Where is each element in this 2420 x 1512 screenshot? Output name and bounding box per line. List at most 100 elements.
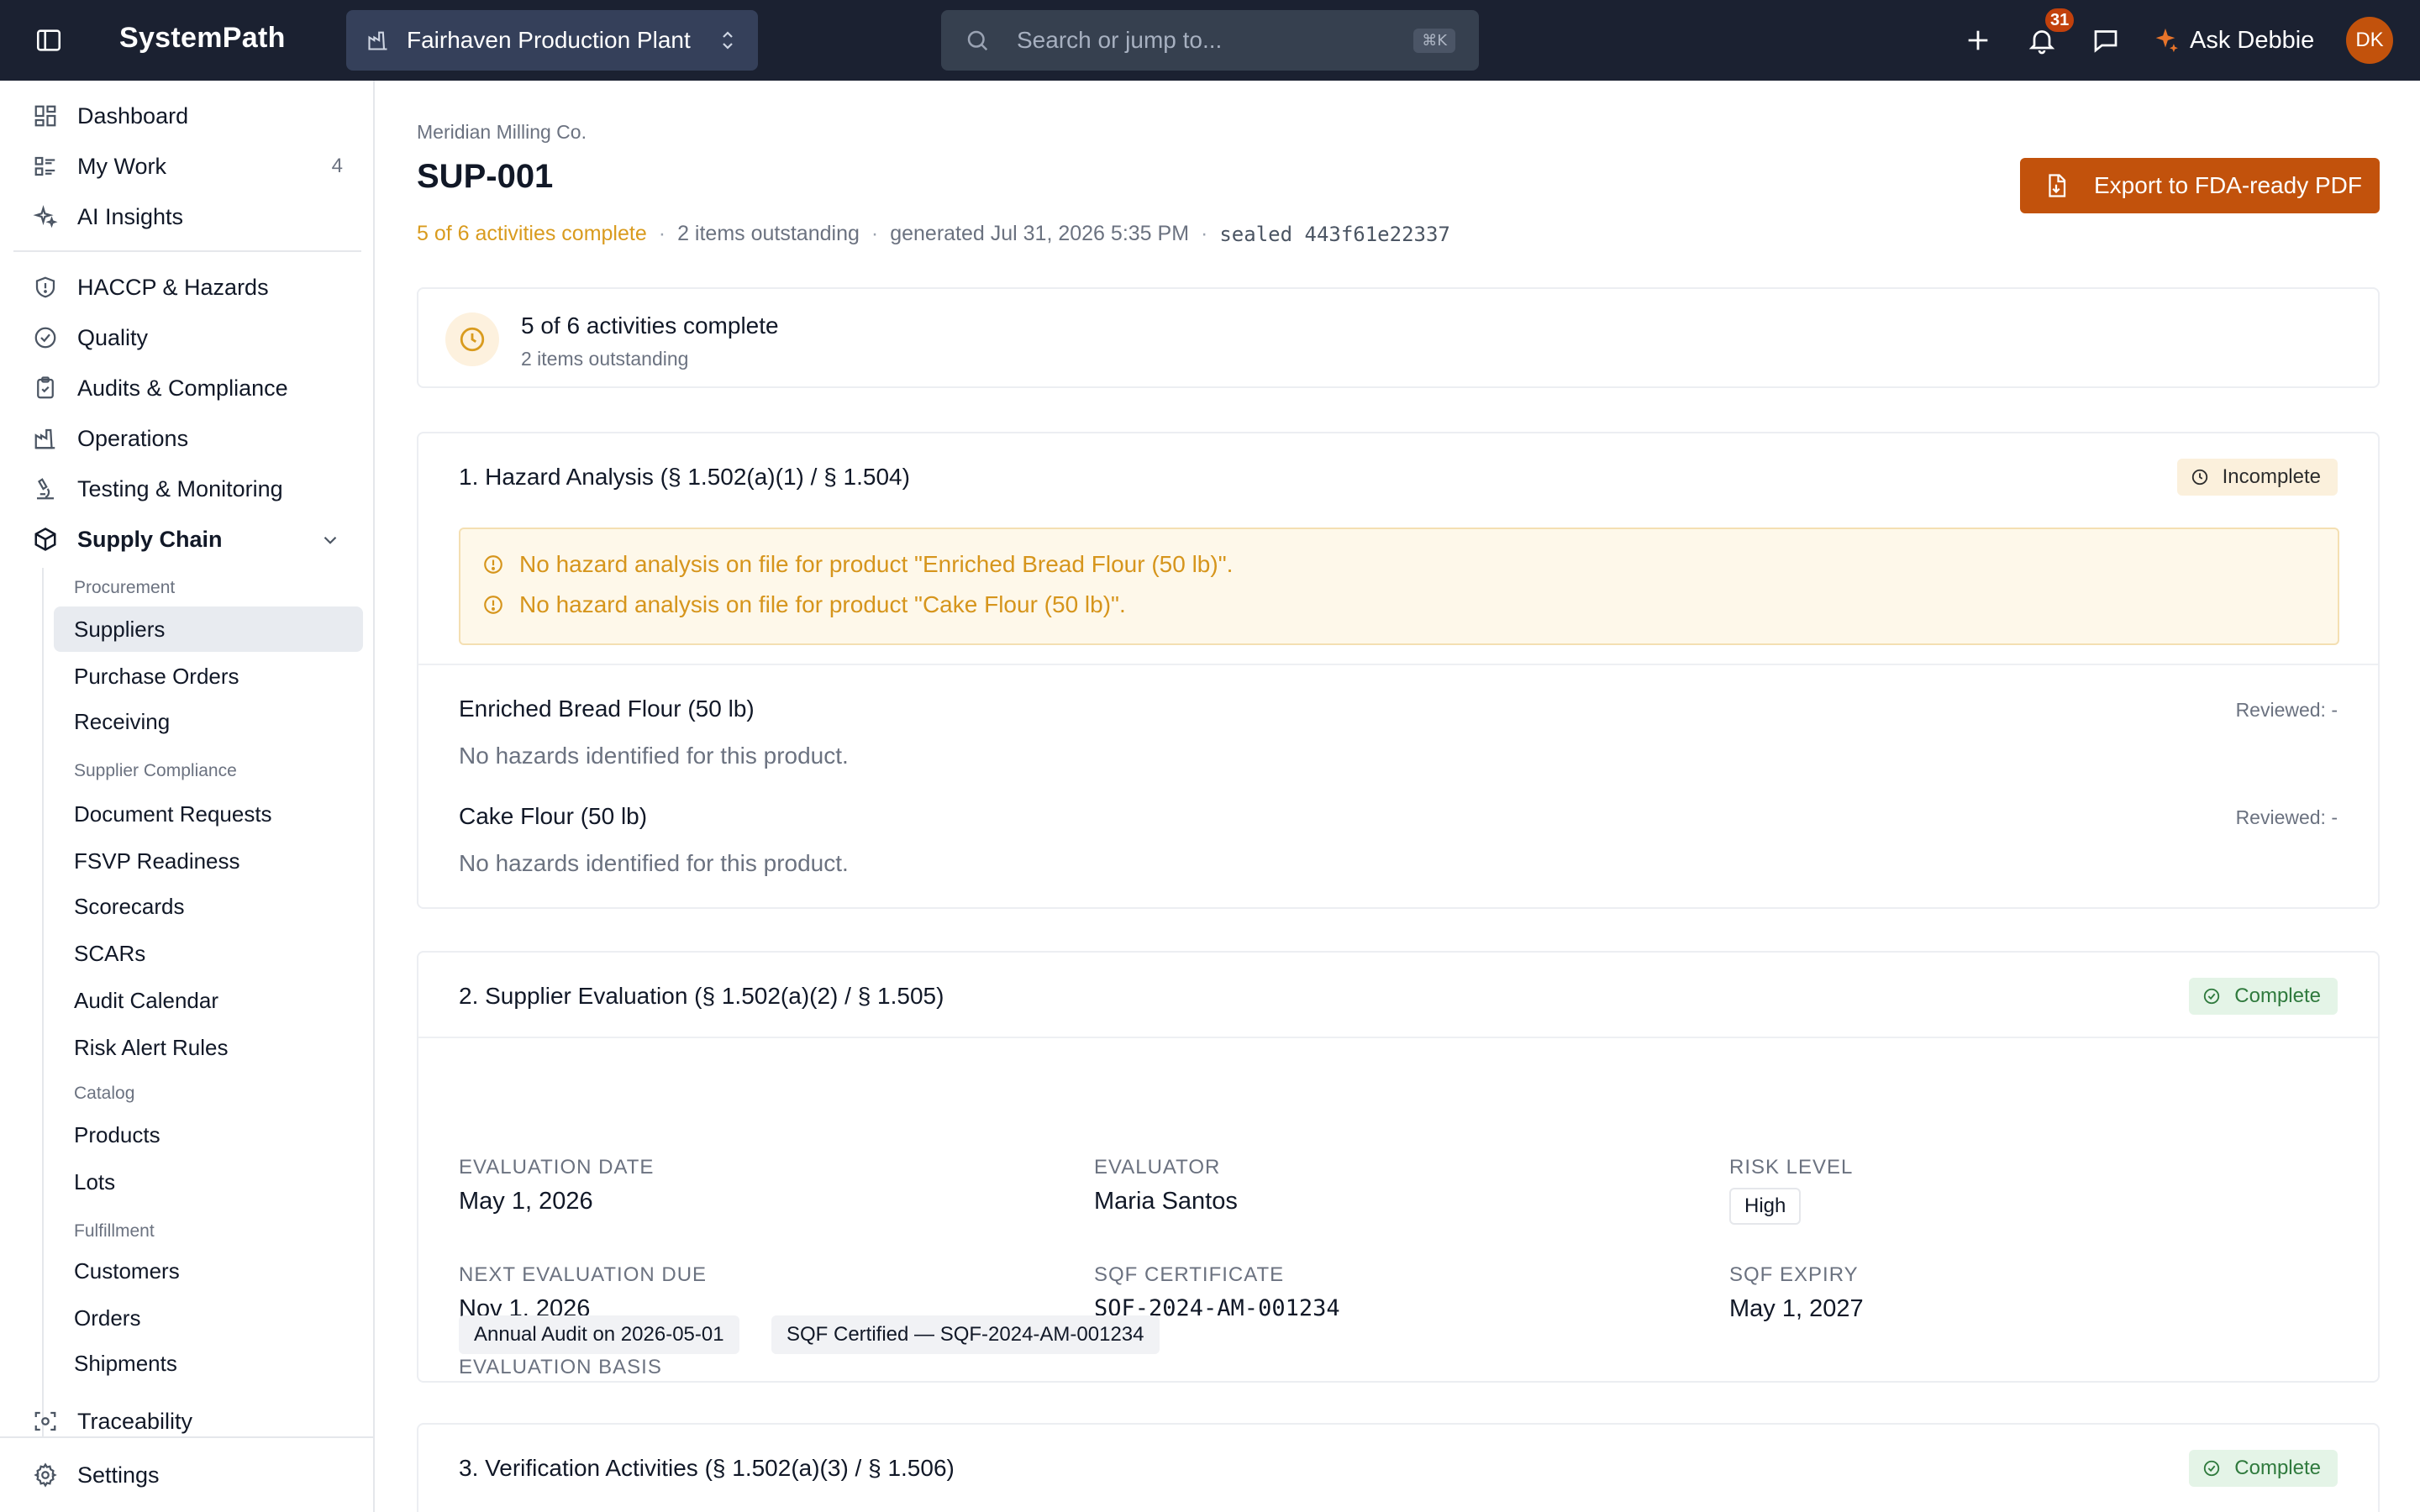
check-circle-icon bbox=[30, 323, 60, 353]
sidebar-item-label: Audits & Compliance bbox=[77, 375, 288, 401]
sidebar-item-label: HACCP & Hazards bbox=[77, 274, 269, 300]
chat-icon[interactable] bbox=[2089, 24, 2123, 57]
separator-dot: · bbox=[1201, 222, 1208, 245]
sidebar-item-label: AI Insights bbox=[77, 203, 184, 229]
sidebar-item-operations[interactable]: Operations bbox=[13, 415, 361, 462]
sidebar-item-haccp[interactable]: HACCP & Hazards bbox=[13, 264, 361, 311]
factory-icon bbox=[366, 28, 392, 53]
sidebar-item-shipments[interactable]: Shipments bbox=[54, 1341, 363, 1386]
add-icon[interactable] bbox=[1961, 24, 1995, 57]
alert-circle-icon bbox=[482, 593, 506, 617]
alert-circle-icon bbox=[482, 553, 506, 576]
sidebar-item-lots[interactable]: Lots bbox=[54, 1159, 363, 1205]
sidebar-item-document-requests[interactable]: Document Requests bbox=[54, 791, 363, 837]
basis-chip: SQF Certified — SQF-2024-AM-001234 bbox=[771, 1315, 1160, 1354]
global-search[interactable]: ⌘K bbox=[941, 10, 1479, 71]
sidebar-item-my-work[interactable]: My Work 4 bbox=[13, 143, 361, 190]
hazard-analysis-section: 1. Hazard Analysis (§ 1.502(a)(1) / § 1.… bbox=[417, 432, 2380, 909]
scan-icon bbox=[30, 1406, 60, 1436]
product-name: Enriched Bread Flour (50 lb) bbox=[459, 696, 755, 722]
sidebar-item-quality[interactable]: Quality bbox=[13, 314, 361, 361]
product-hazard-note: No hazards identified for this product. bbox=[459, 850, 849, 876]
group-procurement: Procurement bbox=[74, 578, 176, 597]
sidebar-item-suppliers[interactable]: Suppliers bbox=[54, 606, 363, 652]
section-header: 2. Supplier Evaluation (§ 1.502(a)(2) / … bbox=[418, 953, 2378, 1040]
separator-dot: · bbox=[871, 222, 879, 245]
evaluation-date-value: May 1, 2026 bbox=[459, 1188, 593, 1215]
sidebar-item-label: Quality bbox=[77, 324, 149, 350]
clipboard-icon bbox=[30, 373, 60, 403]
sealed-hash: sealed 443f61e22337 bbox=[1219, 222, 1450, 246]
section-title: 2. Supplier Evaluation (§ 1.502(a)(2) / … bbox=[459, 983, 944, 1009]
product-reviewed: Reviewed: - bbox=[2235, 699, 2338, 721]
section-header: 3. Verification Activities (§ 1.502(a)(3… bbox=[418, 1425, 2378, 1512]
sidebar-item-settings[interactable]: Settings bbox=[13, 1452, 361, 1499]
gear-icon bbox=[30, 1460, 60, 1490]
section-title: 1. Hazard Analysis (§ 1.502(a)(1) / § 1.… bbox=[459, 464, 910, 490]
next-due-label: NEXT EVALUATION DUE bbox=[459, 1263, 708, 1286]
microscope-icon bbox=[30, 474, 60, 504]
sidebar-item-scars[interactable]: SCARs bbox=[54, 931, 363, 976]
sidebar-divider bbox=[13, 250, 361, 252]
app-logo[interactable]: SystemPath bbox=[119, 22, 286, 55]
ask-debbie-label: Ask Debbie bbox=[2190, 26, 2315, 54]
ask-debbie-button[interactable]: Ask Debbie bbox=[2151, 20, 2314, 60]
sidebar-item-scorecards[interactable]: Scorecards bbox=[54, 884, 363, 929]
sidebar-item-label: Traceability bbox=[77, 1408, 193, 1434]
sidebar-item-purchase-orders[interactable]: Purchase Orders bbox=[54, 654, 363, 699]
sidebar-item-testing[interactable]: Testing & Monitoring bbox=[13, 465, 361, 512]
product-name: Cake Flour (50 lb) bbox=[459, 803, 648, 829]
clock-icon bbox=[2191, 467, 2211, 487]
summary-card: 5 of 6 activities complete 2 items outst… bbox=[417, 287, 2380, 388]
sidebar-item-products[interactable]: Products bbox=[54, 1112, 363, 1158]
sidebar-item-risk-alert-rules[interactable]: Risk Alert Rules bbox=[54, 1025, 363, 1070]
top-bar: SystemPath Fairhaven Production Plant ⌘K… bbox=[0, 0, 2420, 81]
notification-badge: 31 bbox=[2044, 7, 2076, 34]
evaluation-basis-label: EVALUATION BASIS bbox=[459, 1356, 662, 1378]
section-divider bbox=[418, 664, 2378, 665]
evaluator-label: EVALUATOR bbox=[1094, 1156, 1221, 1179]
status-badge: Incomplete bbox=[2176, 459, 2338, 496]
page-title: SUP-001 bbox=[417, 158, 554, 195]
page-meta: 5 of 6 activities complete · 2 items out… bbox=[417, 222, 1450, 246]
search-input[interactable] bbox=[1017, 27, 1414, 54]
sparkle-icon bbox=[2155, 28, 2178, 53]
user-avatar[interactable]: DK bbox=[2346, 17, 2393, 64]
list-icon bbox=[30, 151, 60, 181]
dashboard-icon bbox=[30, 101, 60, 131]
product-reviewed: Reviewed: - bbox=[2235, 806, 2338, 828]
my-work-count: 4 bbox=[331, 155, 343, 177]
sidebar-item-fsvp-readiness[interactable]: FSVP Readiness bbox=[54, 838, 363, 884]
progress-text: 5 of 6 activities complete bbox=[417, 222, 647, 245]
warning-text: No hazard analysis on file for product "… bbox=[519, 551, 1234, 577]
risk-level-badge: High bbox=[1729, 1188, 1802, 1225]
sidebar-item-ai-insights[interactable]: AI Insights bbox=[13, 193, 361, 240]
sidebar-item-receiving[interactable]: Receiving bbox=[54, 699, 363, 744]
sidebar-item-dashboard[interactable]: Dashboard bbox=[13, 92, 361, 139]
sidebar-item-label: Supply Chain bbox=[77, 526, 223, 552]
chevron-down-icon bbox=[319, 529, 341, 551]
status-badge: Complete bbox=[2189, 1450, 2338, 1487]
sidebar-item-audit-calendar[interactable]: Audit Calendar bbox=[54, 978, 363, 1023]
group-supplier-compliance: Supplier Compliance bbox=[74, 761, 237, 780]
section-header: 1. Hazard Analysis (§ 1.502(a)(1) / § 1.… bbox=[418, 433, 2378, 521]
search-shortcut: ⌘K bbox=[1413, 28, 1455, 53]
plant-selector[interactable]: Fairhaven Production Plant bbox=[346, 10, 758, 71]
breadcrumb[interactable]: Meridian Milling Co. bbox=[417, 121, 587, 144]
sidebar-item-supply-chain[interactable]: Supply Chain bbox=[13, 516, 361, 563]
sqf-expiry-value: May 1, 2027 bbox=[1729, 1295, 1864, 1322]
main-content: Meridian Milling Co. SUP-001 5 of 6 acti… bbox=[375, 81, 2420, 1512]
sidebar-item-audits[interactable]: Audits & Compliance bbox=[13, 365, 361, 412]
summary-subtitle: 2 items outstanding bbox=[521, 348, 689, 370]
sidebar-item-orders[interactable]: Orders bbox=[54, 1295, 363, 1341]
chevron-updown-icon bbox=[719, 28, 738, 53]
clock-icon bbox=[445, 312, 499, 366]
box-icon bbox=[30, 524, 60, 554]
export-pdf-button[interactable]: Export to FDA-ready PDF bbox=[2020, 158, 2380, 213]
warning-box: No hazard analysis on file for product "… bbox=[459, 528, 2339, 645]
sidebar-item-label: My Work bbox=[77, 153, 166, 179]
sidebar-item-customers[interactable]: Customers bbox=[54, 1248, 363, 1294]
sidebar-toggle-icon[interactable] bbox=[34, 25, 64, 55]
product-hazard-note: No hazards identified for this product. bbox=[459, 743, 849, 769]
separator-dot: · bbox=[658, 222, 666, 245]
